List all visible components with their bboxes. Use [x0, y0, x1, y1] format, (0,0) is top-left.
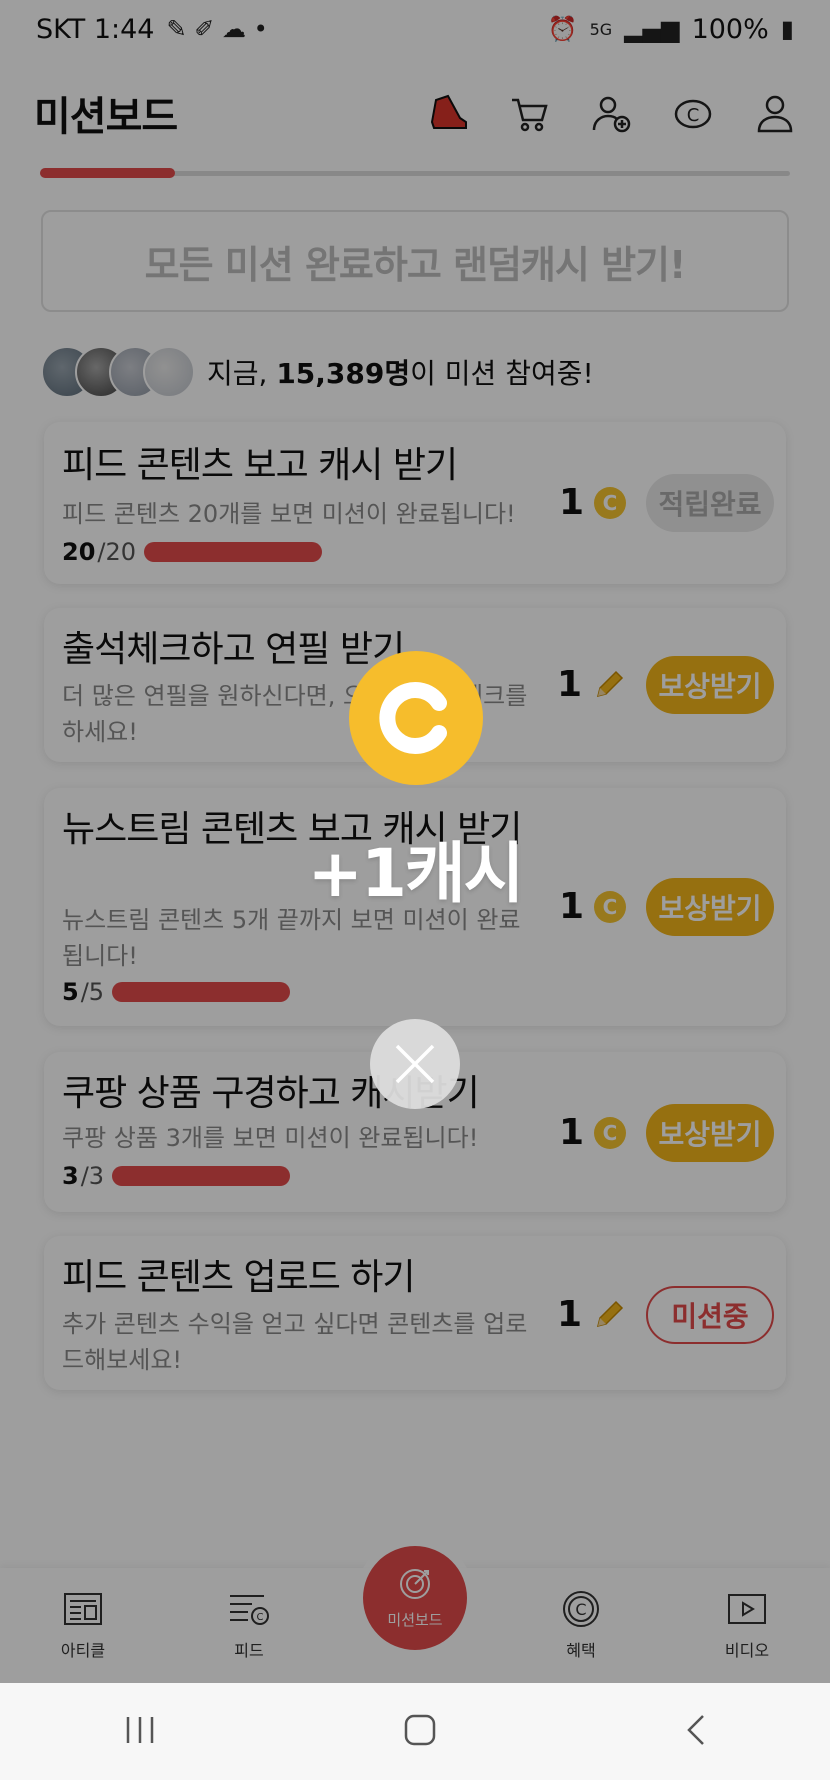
home-icon[interactable] [403, 1713, 437, 1751]
close-button[interactable] [370, 1019, 460, 1109]
system-navigation [0, 1683, 830, 1780]
reward-popup-text: +1캐시 [307, 835, 525, 912]
recent-apps-icon[interactable] [123, 1715, 157, 1749]
cash-coin-icon [349, 651, 483, 785]
close-icon [395, 1044, 435, 1084]
back-icon[interactable] [683, 1713, 707, 1751]
